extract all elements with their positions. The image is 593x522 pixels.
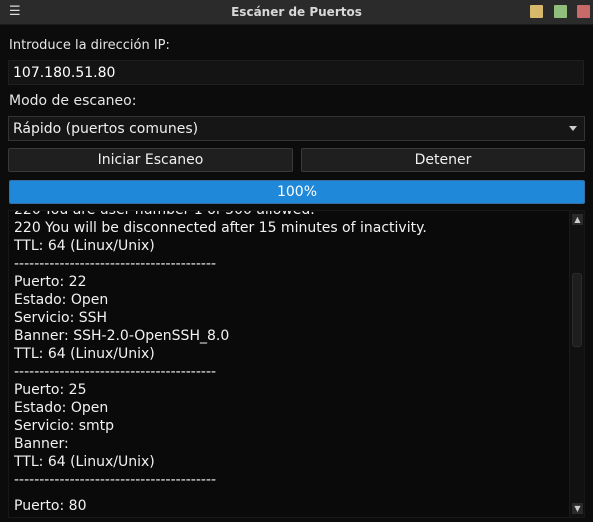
output-line: Servicio: SSH (14, 310, 108, 326)
progress-label: 100% (276, 184, 318, 200)
output-line: Banner: SSH-2.0-OpenSSH_8.0 (14, 328, 230, 344)
chevron-down-icon (569, 126, 577, 131)
scan-mode-select[interactable]: Rápido (puertos comunes) (8, 116, 585, 141)
ip-label: Introduce la dirección IP: (9, 38, 170, 53)
scan-output[interactable]: 220-You are user number 1 of 500 allowed… (8, 210, 585, 518)
stop-button[interactable]: Detener (301, 148, 585, 172)
output-line: 220 You will be disconnected after 15 mi… (14, 220, 427, 236)
output-text: 220-You are user number 1 of 500 allowed… (14, 210, 564, 517)
scan-mode-value: Rápido (puertos comunes) (13, 121, 199, 137)
scroll-down-icon[interactable]: ▼ (572, 503, 583, 514)
output-line: ---------------------------------------- (14, 256, 217, 272)
window-title: Escáner de Puertos (231, 5, 362, 19)
scroll-up-icon[interactable]: ▲ (572, 214, 583, 225)
output-line: ---------------------------------------- (14, 472, 217, 488)
scrollbar-thumb[interactable] (572, 273, 582, 347)
output-line: Estado: Open (14, 515, 564, 517)
output-line: Estado: Open (14, 292, 109, 308)
output-line: TTL: 64 (Linux/Unix) (14, 454, 155, 470)
output-line: TTL: 64 (Linux/Unix) (14, 238, 155, 254)
start-scan-button[interactable]: Iniciar Escaneo (8, 148, 293, 172)
output-line: Banner: (14, 436, 69, 452)
maximize-icon[interactable] (554, 5, 567, 18)
output-scrollbar[interactable]: ▲ ▼ (569, 211, 584, 517)
output-line: ---------------------------------------- (14, 364, 217, 380)
output-line: Puerto: 25 (14, 382, 87, 398)
progress-bar: 100% (9, 180, 585, 204)
title-bar: ☰ Escáner de Puertos (0, 0, 593, 25)
close-icon[interactable] (577, 5, 590, 18)
ip-input[interactable]: 107.180.51.80 (8, 60, 584, 85)
output-line: Estado: Open (14, 400, 109, 416)
minimize-icon[interactable] (530, 5, 543, 18)
output-line: Puerto: 80 (14, 498, 87, 514)
mode-label: Modo de escaneo: (9, 93, 137, 109)
output-line: TTL: 64 (Linux/Unix) (14, 346, 155, 362)
output-line: Servicio: smtp (14, 418, 115, 434)
output-line: Puerto: 22 (14, 274, 87, 290)
output-line: 220-You are user number 1 of 500 allowed… (14, 210, 315, 218)
